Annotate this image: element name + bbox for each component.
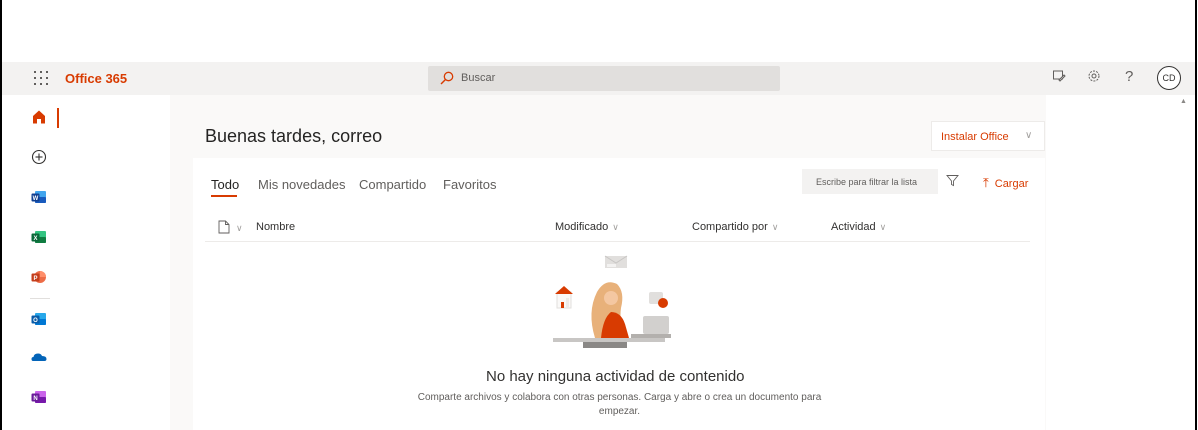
rail-onedrive[interactable] [2, 340, 62, 374]
rail-outlook[interactable]: O [2, 302, 62, 336]
search-placeholder: Buscar [461, 72, 496, 84]
empty-state-title: No hay ninguna actividad de contenido [486, 368, 745, 385]
empty-state-illustration [553, 255, 671, 348]
rail-home[interactable] [2, 100, 62, 134]
column-shared-by-label: Compartido por [692, 221, 768, 233]
chevron-down-icon: ∨ [771, 222, 779, 232]
chevron-down-icon: ∨ [1025, 130, 1033, 141]
scroll-up-arrow-icon[interactable]: ▲ [1180, 98, 1187, 105]
outlook-icon: O [31, 313, 46, 325]
svg-text:W: W [33, 196, 39, 202]
column-name-label: Nombre [256, 221, 296, 233]
svg-text:O: O [33, 318, 38, 324]
rail-powerpoint[interactable]: P [2, 260, 62, 294]
chevron-down-icon[interactable]: ∨ [236, 223, 243, 234]
svg-text:P: P [33, 276, 37, 282]
column-divider [205, 241, 1030, 242]
tab-todo[interactable]: Todo [211, 177, 239, 192]
column-modified-label: Modificado [555, 221, 609, 233]
suite-header: Office 365 Buscar ? CD [2, 62, 1195, 95]
feedback-icon[interactable] [1052, 69, 1072, 89]
filter-funnel-icon[interactable] [946, 174, 959, 187]
tab-compartido[interactable]: Compartido [359, 177, 426, 192]
rail-word[interactable]: W [2, 180, 62, 214]
page-title: Buenas tardes, correo [205, 126, 383, 146]
install-office-button[interactable]: Instalar Office ∨ [931, 121, 1045, 151]
tab-mis-novedades[interactable]: Mis novedades [258, 177, 345, 192]
upload-label: Cargar [994, 178, 1029, 190]
onedrive-icon [31, 353, 47, 361]
rail-divider [30, 298, 50, 299]
column-header-shared-by[interactable]: Compartido por ∨ [692, 221, 778, 233]
chevron-down-icon: ∨ [612, 222, 619, 232]
upload-button[interactable]: ⤒ Cargar [983, 175, 1028, 191]
word-icon: W [31, 191, 46, 203]
app-rail: W X P O N [2, 95, 62, 430]
column-header-name[interactable]: Nombre [256, 221, 295, 233]
help-icon[interactable]: ? [1125, 68, 1133, 85]
empty-state-description: Comparte archivos y colabora con otras p… [417, 392, 822, 417]
column-header-activity[interactable]: Actividad ∨ [831, 221, 886, 233]
brand-link[interactable]: Office 365 [65, 71, 127, 86]
svg-text:N: N [33, 396, 37, 402]
filter-list-input[interactable] [802, 169, 938, 194]
file-type-icon[interactable] [218, 220, 230, 234]
tab-favoritos[interactable]: Favoritos [443, 177, 496, 192]
settings-gear-icon[interactable] [1087, 69, 1107, 89]
onenote-icon: N [31, 391, 46, 403]
powerpoint-icon: P [31, 271, 46, 283]
window-border-right [1195, 0, 1197, 430]
column-activity-label: Actividad [831, 221, 876, 233]
home-icon [33, 110, 45, 124]
rail-excel[interactable]: X [2, 220, 62, 254]
active-indicator [57, 108, 59, 128]
chevron-down-icon: ∨ [879, 222, 887, 232]
tab-active-underline [211, 195, 237, 197]
column-header-modified[interactable]: Modificado ∨ [555, 221, 619, 233]
rail-create[interactable] [2, 140, 62, 174]
svg-text:X: X [33, 236, 37, 242]
app-launcher-icon[interactable] [33, 70, 49, 86]
search-icon [440, 71, 454, 85]
excel-icon: X [31, 231, 46, 243]
search-box[interactable]: Buscar [428, 66, 780, 91]
upload-arrow-icon: ⤒ [983, 175, 989, 190]
install-office-label: Instalar Office [941, 131, 1009, 143]
rail-onenote[interactable]: N [2, 380, 62, 414]
create-plus-icon [31, 149, 47, 165]
account-avatar[interactable]: CD [1157, 66, 1181, 90]
